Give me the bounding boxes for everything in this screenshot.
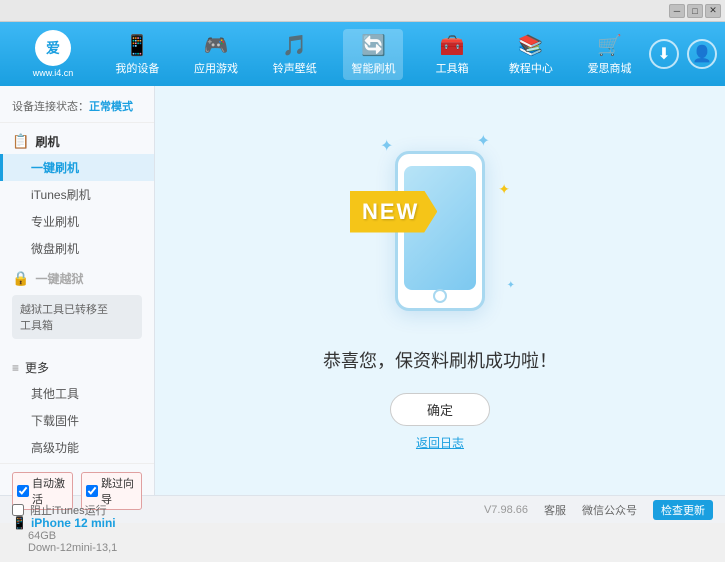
store-icon: 🛒 [597,33,622,58]
toolbox-icon: 🧰 [440,33,465,58]
phone-illustration: ✦ ✦ ✦ NEW ✦ [360,131,520,331]
lock-icon: 🔒 [12,270,29,287]
confirm-button[interactable]: 确定 [390,393,490,426]
device-name-text: iPhone 12 mini [31,516,116,530]
sidebar-item-micro-flash[interactable]: 微盘刷机 [0,235,154,262]
logo-url: www.i4.cn [33,68,74,78]
main-layout: 设备连接状态：正常模式 📋 刷机 一键刷机 iTunes刷机 专业刷机 微盘刷机… [0,86,725,495]
sparkle-2: ✦ [477,131,490,151]
jailbreak-label: 一键越狱 [35,270,83,287]
flash-section: 📋 刷机 一键刷机 iTunes刷机 专业刷机 微盘刷机 [0,127,154,264]
logo[interactable]: 爱 www.i4.cn [8,30,98,78]
nav-tutorial[interactable]: 📚 教程中心 [501,29,561,80]
nav-bar: 📱 我的设备 🎮 应用游戏 🎵 铃声壁纸 🔄 智能刷机 🧰 工具箱 📚 教程中心… [98,29,649,80]
ringtones-icon: 🎵 [282,33,307,58]
new-stars: ✦ [498,181,510,198]
sidebar-item-one-click-flash[interactable]: 一键刷机 [0,154,154,181]
more-section-header: ≡ 更多 [0,355,154,380]
update-button[interactable]: 检查更新 [653,500,713,520]
ringtones-label: 铃声壁纸 [273,60,317,76]
flash-section-header: 📋 刷机 [0,129,154,154]
device-storage: 64GB [12,530,142,542]
success-message: 恭喜您，保资料刷机成功啦！ [323,347,557,373]
tutorial-label: 教程中心 [509,60,553,76]
flash-section-icon: 📋 [12,133,29,150]
device-model: Down-12mini-13,1 [12,542,142,554]
status-value: 正常模式 [89,101,133,113]
support-link[interactable]: 客服 [544,502,566,518]
sparkle-1: ✦ [380,136,393,156]
nav-my-device[interactable]: 📱 我的设备 [107,29,167,80]
title-bar: ─ □ ✕ [0,0,725,22]
nav-ringtones[interactable]: 🎵 铃声壁纸 [265,29,325,80]
sidebar-item-itunes-flash[interactable]: iTunes刷机 [0,181,154,208]
sidebar: 设备连接状态：正常模式 📋 刷机 一键刷机 iTunes刷机 专业刷机 微盘刷机… [0,86,155,495]
sidebar-item-pro-flash[interactable]: 专业刷机 [0,208,154,235]
nav-toolbox[interactable]: 🧰 工具箱 [422,29,482,80]
header: 爱 www.i4.cn 📱 我的设备 🎮 应用游戏 🎵 铃声壁纸 🔄 智能刷机 … [0,22,725,86]
more-section-label: 更多 [25,359,49,376]
wechat-link[interactable]: 微信公众号 [582,502,637,518]
jailbreak-notice: 越狱工具已转移至 工具箱 [12,295,142,339]
more-section-icon: ≡ [12,361,19,375]
nav-store[interactable]: 🛒 爱思商城 [580,29,640,80]
itunes-checkbox[interactable] [12,504,24,516]
content-area: ✦ ✦ ✦ NEW ✦ 恭喜您，保资料刷机成功啦！ 确定 返回日志 [155,86,725,495]
tutorial-icon: 📚 [518,33,543,58]
jailbreak-notice-text: 越狱工具已转移至 工具箱 [20,304,108,332]
my-device-icon: 📱 [125,33,150,58]
jailbreak-header: 🔒 一键越狱 [0,266,154,291]
auto-send-input[interactable] [17,485,29,497]
close-button[interactable]: ✕ [705,4,721,18]
toolbox-label: 工具箱 [436,60,469,76]
logo-icon: 爱 [35,30,71,66]
sparkle-3: ✦ [507,280,515,291]
sidebar-item-download-firmware[interactable]: 下载固件 [0,407,154,434]
more-section: ≡ 更多 其他工具 下载固件 高级功能 [0,353,154,463]
maximize-button[interactable]: □ [687,4,703,18]
jailbreak-section: 🔒 一键越狱 越狱工具已转移至 工具箱 [0,264,154,345]
footer-right: V7.98.66 客服 微信公众号 检查更新 [484,500,713,520]
minimize-button[interactable]: ─ [669,4,685,18]
skip-wizard-input[interactable] [86,485,98,497]
itunes-label: 阻止iTunes运行 [30,502,107,518]
sidebar-item-advanced[interactable]: 高级功能 [0,434,154,461]
device-phone-icon: 📱 [12,516,27,530]
download-button[interactable]: ⬇ [649,39,679,69]
footer-left: 阻止iTunes运行 [12,502,484,518]
device-name: 📱 iPhone 12 mini [12,516,142,530]
connection-status: 设备连接状态：正常模式 [0,94,154,123]
apps-games-icon: 🎮 [204,33,229,58]
my-device-label: 我的设备 [115,60,159,76]
store-label: 爱思商城 [588,60,632,76]
status-label: 设备连接状态： [12,101,89,113]
phone-home-button [433,289,447,303]
header-right-buttons: ⬇ 👤 [649,39,717,69]
sidebar-item-other-tools[interactable]: 其他工具 [0,380,154,407]
flash-section-label: 刷机 [35,133,59,150]
nav-apps-games[interactable]: 🎮 应用游戏 [186,29,246,80]
user-button[interactable]: 👤 [687,39,717,69]
new-badge-text: NEW [362,199,419,224]
version-number: V7.98.66 [484,504,528,516]
smart-flash-label: 智能刷机 [351,60,395,76]
new-badge: NEW [350,191,437,233]
nav-smart-flash[interactable]: 🔄 智能刷机 [343,29,403,80]
back-link[interactable]: 返回日志 [416,434,464,451]
device-info: 📱 iPhone 12 mini 64GB Down-12mini-13,1 [12,516,142,554]
smart-flash-icon: 🔄 [361,33,386,58]
apps-games-label: 应用游戏 [194,60,238,76]
